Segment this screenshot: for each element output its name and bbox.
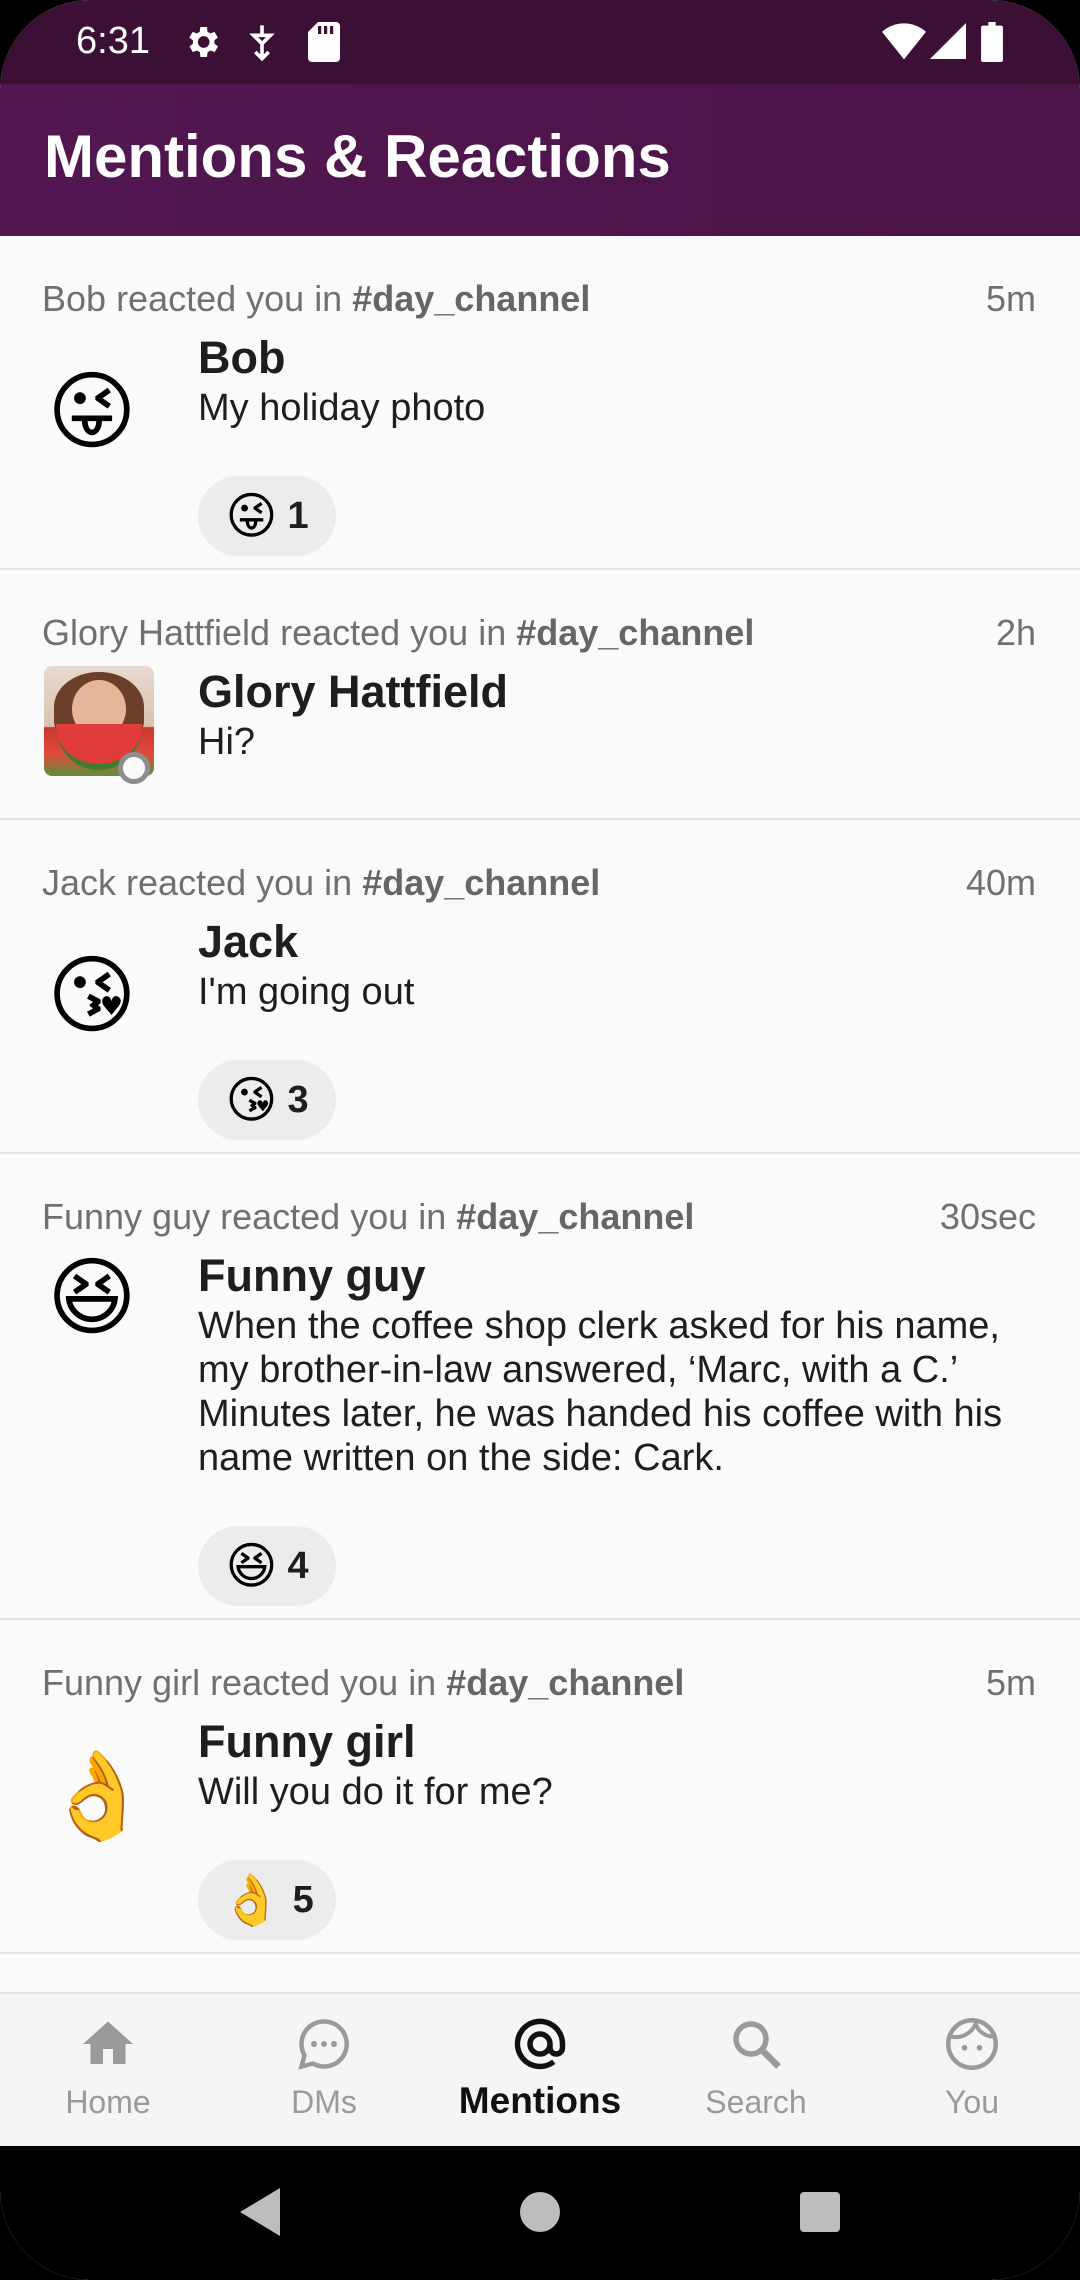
sender-name: Funny girl xyxy=(198,1716,416,1767)
mention-item[interactable]: Jack reacted you in #day_channel 40m 😘 J… xyxy=(0,820,1080,1154)
search-icon xyxy=(733,2021,781,2069)
reaction-summary: Funny guy reacted you in #day_channel xyxy=(42,1196,695,1237)
back-icon[interactable] xyxy=(236,2186,284,2238)
sender-name: Bob xyxy=(198,332,286,383)
timestamp: 40m xyxy=(965,862,1036,903)
channel-link[interactable]: #day_channel xyxy=(516,612,754,653)
reaction-emoji: 😘 xyxy=(225,1072,278,1128)
reaction-emoji: 😜 xyxy=(225,488,278,544)
channel-link[interactable]: #day_channel xyxy=(456,1196,694,1237)
nav-dms[interactable]: DMs xyxy=(216,1994,432,2148)
nav-you-label: You xyxy=(945,2084,999,2120)
reaction-count: 1 xyxy=(287,494,309,537)
settings-icon xyxy=(182,22,222,67)
status-time: 6:31 xyxy=(76,20,150,62)
sender-name: Glory Hattfield xyxy=(198,666,509,717)
battery-icon xyxy=(980,22,1004,67)
reaction-chip[interactable]: 😆 4 xyxy=(198,1526,336,1606)
reaction-emoji: 👌 xyxy=(220,1872,283,1928)
nav-dms-label: DMs xyxy=(291,2084,357,2120)
at-sign-icon xyxy=(514,2018,566,2070)
message-text: When the coffee shop clerk asked for his… xyxy=(198,1305,1003,1479)
reaction-chip[interactable]: 👌 5 xyxy=(198,1860,336,1940)
reaction-summary: Glory Hattfield reacted you in #day_chan… xyxy=(42,612,755,653)
recents-square-icon[interactable] xyxy=(796,2186,844,2238)
channel-link[interactable]: #day_channel xyxy=(352,278,590,319)
presence-indicator xyxy=(118,752,150,784)
app-bar: Mentions & Reactions xyxy=(0,84,1080,236)
nav-home[interactable]: Home xyxy=(0,1994,216,2148)
nav-mentions-label: Mentions xyxy=(458,2080,622,2121)
reaction-chip[interactable]: 😜 1 xyxy=(198,476,336,556)
status-bar: 6:31 xyxy=(0,0,1080,84)
home-icon xyxy=(83,2021,133,2064)
channel-link[interactable]: #day_channel xyxy=(362,862,600,903)
bottom-navigation: Home DMs Mentions Search You xyxy=(0,1992,1080,2148)
chat-bubble-icon xyxy=(298,2019,349,2070)
sd-card-icon xyxy=(308,22,340,67)
timestamp: 5m xyxy=(985,1662,1036,1703)
system-navigation-bar xyxy=(0,2146,1080,2280)
mention-item[interactable]: Funny girl reacted you in #day_channel 5… xyxy=(0,1620,1080,1954)
mentions-feed[interactable]: Bob reacted you in #day_channel 5m 😜 Bob… xyxy=(0,236,1080,1992)
avatar[interactable]: 😘 xyxy=(44,948,140,1044)
wifi-icon xyxy=(882,22,926,65)
mention-item[interactable]: Funny guy reacted you in #day_channel 30… xyxy=(0,1154,1080,1620)
usb-debug-icon xyxy=(246,22,278,67)
page-title: Mentions & Reactions xyxy=(44,123,671,190)
nav-home-label: Home xyxy=(65,2084,151,2120)
message-text: Hi? xyxy=(198,721,256,763)
mention-item[interactable]: Glory Hattfield reacted you in #day_chan… xyxy=(0,570,1080,820)
reaction-chip[interactable]: 😘 3 xyxy=(198,1060,336,1140)
message-text: I'm going out xyxy=(198,971,415,1013)
message-text: My holiday photo xyxy=(198,387,486,429)
nav-mentions[interactable]: Mentions xyxy=(432,1994,648,2148)
app-screen: 6:31 Mentions & Reactions Bob reacted yo… xyxy=(0,0,1080,2280)
reaction-count: 5 xyxy=(292,1878,314,1921)
sender-name: Jack xyxy=(198,916,299,967)
nav-search[interactable]: Search xyxy=(648,1994,864,2148)
timestamp: 30sec xyxy=(939,1196,1036,1237)
avatar[interactable]: 😆 xyxy=(44,1250,140,1346)
avatar[interactable]: 👌 xyxy=(44,1748,151,1844)
mention-item[interactable]: Bob reacted you in #day_channel 5m 😜 Bob… xyxy=(0,236,1080,570)
reaction-count: 3 xyxy=(287,1078,309,1121)
nav-search-label: Search xyxy=(705,2084,807,2120)
nav-you[interactable]: You xyxy=(864,1994,1080,2148)
reaction-summary: Jack reacted you in #day_channel xyxy=(42,862,601,903)
home-circle-icon[interactable] xyxy=(516,2186,564,2238)
reaction-summary: Bob reacted you in #day_channel xyxy=(42,278,591,319)
reaction-emoji: 😆 xyxy=(225,1538,278,1594)
message-text: Will you do it for me? xyxy=(198,1771,553,1813)
channel-link[interactable]: #day_channel xyxy=(446,1662,684,1703)
timestamp: 5m xyxy=(985,278,1036,319)
avatar[interactable]: 😜 xyxy=(44,364,140,460)
cell-signal-icon xyxy=(930,22,966,65)
face-icon xyxy=(946,2018,998,2070)
timestamp: 2h xyxy=(995,612,1036,653)
reaction-count: 4 xyxy=(287,1544,309,1587)
reaction-summary: Funny girl reacted you in #day_channel xyxy=(42,1662,685,1703)
sender-name: Funny guy xyxy=(198,1250,426,1301)
